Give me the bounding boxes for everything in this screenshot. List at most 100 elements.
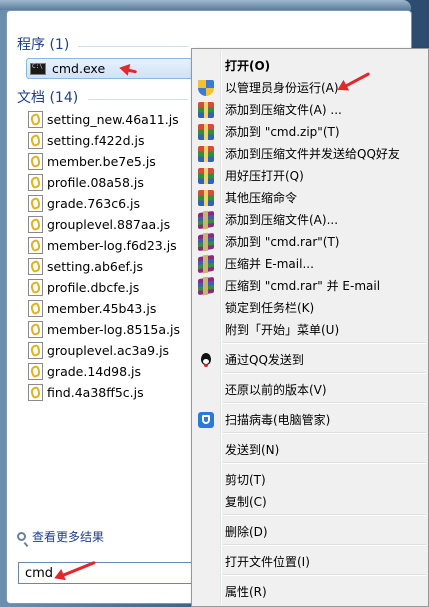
blank-icon — [198, 472, 214, 488]
context-menu-item-label: 压缩到 "cmd.rar" 并 E-mail — [225, 279, 381, 293]
document-result[interactable]: grouplevel.887aa.js — [26, 215, 196, 234]
document-result-label: member.be7e5.js — [47, 154, 156, 169]
context-menu-item[interactable]: 以管理员身份运行(A) — [194, 77, 426, 98]
context-menu-item[interactable]: 添加到 "cmd.zip"(T) — [194, 121, 426, 142]
document-result[interactable]: setting.ab6ef.js — [26, 257, 196, 276]
document-result-label: member-log.f6d23.js — [47, 238, 177, 253]
context-menu-item[interactable]: 打开(O) — [194, 55, 426, 76]
context-menu-item[interactable]: 还原以前的版本(V) — [194, 379, 426, 400]
js-file-icon — [28, 237, 43, 254]
document-result-label: find.4a38ff5c.js — [47, 385, 144, 400]
context-menu-item[interactable]: 打开文件位置(I) — [194, 551, 426, 572]
context-menu-item-label: 添加到 "cmd.rar"(T) — [225, 235, 340, 249]
context-menu-item-label: 剪切(T) — [225, 473, 266, 487]
blank-icon — [198, 554, 214, 570]
document-result-label: grouplevel.887aa.js — [47, 217, 171, 232]
context-menu-item[interactable]: 删除(D) — [194, 521, 426, 542]
winrar-icon — [198, 232, 214, 251]
context-menu-item-label: 扫描病毒(电脑管家) — [225, 413, 331, 427]
document-result[interactable]: setting_new.46a11.js — [26, 110, 196, 129]
context-menu-item[interactable]: 添加到压缩文件(A)... — [194, 209, 426, 230]
document-result[interactable]: profile.dbcfe.js — [26, 278, 196, 297]
context-menu: 打开(O) 以管理员身份运行(A) 添加到压缩文件(A) ... 添加到 "cmd.z… — [191, 48, 429, 607]
menu-separator — [223, 514, 426, 516]
context-menu-item-label: 添加到压缩文件(A)... — [225, 213, 339, 227]
context-menu-item-label: 删除(D) — [225, 525, 268, 539]
js-file-icon — [28, 174, 43, 191]
menu-separator — [223, 574, 426, 576]
document-result-label: setting.f422d.js — [47, 133, 145, 148]
context-menu-item[interactable]: 锁定到任务栏(K) — [194, 297, 426, 318]
js-file-icon — [28, 300, 43, 317]
menu-separator — [223, 372, 426, 374]
see-more-results-link[interactable]: 查看更多结果 — [17, 528, 104, 545]
see-more-results-label: 查看更多结果 — [32, 530, 105, 544]
program-result-label: cmd.exe — [52, 61, 106, 76]
document-result-label: setting.ab6ef.js — [47, 259, 143, 274]
context-menu-item[interactable]: 扫描病毒(电脑管家) — [194, 409, 426, 430]
context-menu-item-label: 用好压打开(Q) — [225, 169, 304, 183]
document-result[interactable]: find.4a38ff5c.js — [26, 383, 196, 402]
document-result[interactable]: member.45b43.js — [26, 299, 196, 318]
menu-separator — [223, 544, 426, 546]
document-result-label: profile.dbcfe.js — [47, 280, 140, 295]
context-menu-item-label: 打开(O) — [225, 59, 271, 73]
360zip-icon — [198, 189, 214, 206]
winrar-icon — [198, 276, 214, 295]
context-menu-item[interactable]: 压缩到 "cmd.rar" 并 E-mail — [194, 275, 426, 296]
context-menu-item[interactable]: 其他压缩命令 — [194, 187, 426, 208]
context-menu-item[interactable]: 复制(C) — [194, 491, 426, 512]
context-menu-item-label: 通过QQ发送到 — [225, 353, 304, 367]
document-result[interactable]: grade.14d98.js — [26, 362, 196, 381]
context-menu-item-label: 还原以前的版本(V) — [225, 383, 327, 397]
js-file-icon — [28, 195, 43, 212]
context-menu-item[interactable]: 添加到压缩文件并发送给QQ好友 — [194, 143, 426, 164]
document-result[interactable]: grouplevel.ac3a9.js — [26, 341, 196, 360]
context-menu-item-label: 其他压缩命令 — [225, 191, 298, 205]
blank-icon — [198, 442, 214, 458]
js-file-icon — [28, 384, 43, 401]
search-input[interactable]: cmd — [18, 562, 198, 584]
context-menu-item[interactable]: 附到「开始」菜单(U) — [194, 319, 426, 340]
context-menu-item[interactable]: 用好压打开(Q) — [194, 165, 426, 186]
document-result-label: member-log.8515a.js — [47, 322, 180, 337]
frame-top-edge — [0, 0, 411, 10]
context-menu-item[interactable]: 属性(R) — [194, 581, 426, 602]
context-menu-item-label: 压缩并 E-mail... — [225, 257, 314, 271]
js-file-icon — [28, 216, 43, 233]
programs-header[interactable]: 程序 (1) — [17, 34, 69, 54]
context-menu-item[interactable]: 压缩并 E-mail... — [194, 253, 426, 274]
program-result-cmd[interactable]: cmd.exe — [26, 58, 193, 79]
document-result[interactable]: member-log.f6d23.js — [26, 236, 196, 255]
menu-separator — [223, 432, 426, 434]
document-result[interactable]: member.be7e5.js — [26, 152, 196, 171]
document-result-label: grouplevel.ac3a9.js — [47, 343, 170, 358]
document-result[interactable]: setting.f422d.js — [26, 131, 196, 150]
360zip-icon — [198, 145, 214, 162]
blank-icon — [198, 524, 214, 540]
context-menu-item[interactable]: 添加到压缩文件(A) ... — [194, 99, 426, 120]
js-file-icon — [28, 321, 43, 338]
winrar-icon — [198, 254, 214, 273]
context-menu-item-label: 附到「开始」菜单(U) — [225, 323, 340, 337]
js-file-icon — [28, 132, 43, 149]
360zip-icon — [198, 101, 214, 118]
document-result[interactable]: profile.08a58.js — [26, 173, 196, 192]
document-result[interactable]: grade.763c6.js — [26, 194, 196, 213]
pc-manager-shield-icon — [198, 411, 214, 428]
blank-icon — [198, 382, 214, 398]
divider — [78, 46, 188, 47]
context-menu-item[interactable]: 发送到(N) — [194, 439, 426, 460]
documents-header[interactable]: 文档 (14) — [17, 87, 78, 107]
document-result-label: profile.08a58.js — [47, 175, 144, 190]
blank-icon — [198, 322, 214, 338]
js-file-icon — [28, 363, 43, 380]
js-file-icon — [28, 153, 43, 170]
context-menu-item-label: 以管理员身份运行(A) — [225, 81, 339, 95]
search-icon — [17, 532, 26, 541]
context-menu-item[interactable]: 添加到 "cmd.rar"(T) — [194, 231, 426, 252]
context-menu-item[interactable]: 剪切(T) — [194, 469, 426, 490]
js-file-icon — [28, 342, 43, 359]
document-result[interactable]: member-log.8515a.js — [26, 320, 196, 339]
context-menu-item[interactable]: 通过QQ发送到 — [194, 349, 426, 370]
